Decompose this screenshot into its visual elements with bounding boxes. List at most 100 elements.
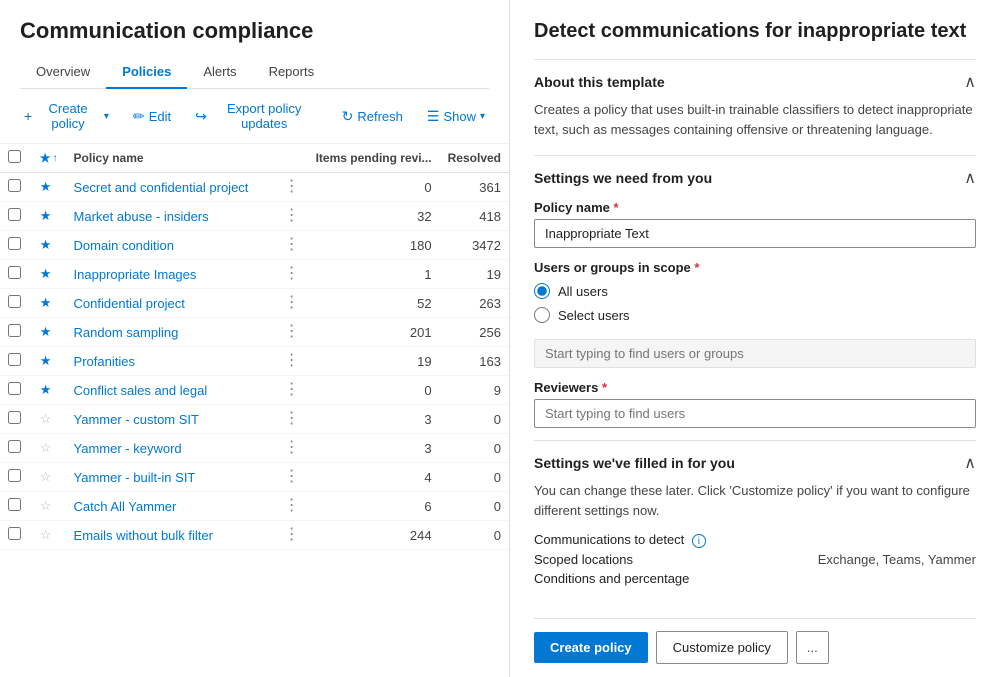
row-more-btn[interactable]: ⋮: [284, 468, 300, 485]
dots-cell: ⋮: [276, 521, 308, 550]
star-icon[interactable]: ☆: [40, 440, 52, 455]
tab-overview[interactable]: Overview: [20, 56, 106, 89]
row-more-btn[interactable]: ⋮: [284, 207, 300, 224]
resolved-cell: 0: [440, 492, 509, 521]
star-icon[interactable]: ☆: [40, 498, 52, 513]
policy-name-text[interactable]: Emails without bulk filter: [74, 528, 213, 543]
star-icon[interactable]: ★: [40, 324, 52, 339]
row-checkbox[interactable]: [8, 498, 21, 511]
radio-select-users[interactable]: Select users: [534, 307, 976, 323]
star-sort[interactable]: ★ ↑: [40, 151, 58, 165]
row-checkbox[interactable]: [8, 237, 21, 250]
nav-tabs: Overview Policies Alerts Reports: [20, 56, 489, 89]
row-star-cell: ★: [32, 260, 66, 289]
policy-name-text[interactable]: Yammer - built-in SIT: [74, 470, 196, 485]
radio-select-users-input[interactable]: [534, 307, 550, 323]
star-icon[interactable]: ★: [40, 353, 52, 368]
users-search-input[interactable]: [534, 339, 976, 368]
row-checkbox[interactable]: [8, 527, 21, 540]
row-checkbox-cell: [0, 492, 32, 521]
customize-policy-btn[interactable]: Customize policy: [656, 631, 788, 664]
row-checkbox-cell: [0, 347, 32, 376]
row-more-btn[interactable]: ⋮: [284, 265, 300, 282]
row-checkbox[interactable]: [8, 382, 21, 395]
policy-name-input[interactable]: [534, 219, 976, 248]
policy-name-text[interactable]: Yammer - custom SIT: [74, 412, 199, 427]
row-checkbox[interactable]: [8, 266, 21, 279]
row-checkbox[interactable]: [8, 295, 21, 308]
select-all-checkbox[interactable]: [8, 150, 21, 163]
policy-name-text[interactable]: Secret and confidential project: [74, 180, 249, 195]
row-checkbox[interactable]: [8, 353, 21, 366]
row-more-btn[interactable]: ⋮: [284, 381, 300, 398]
row-more-btn[interactable]: ⋮: [284, 526, 300, 543]
row-star-cell: ★: [32, 318, 66, 347]
policy-name-text[interactable]: Inappropriate Images: [74, 267, 197, 282]
items-pending-cell: 52: [308, 289, 440, 318]
show-button[interactable]: ☰ Show ▾: [423, 106, 489, 127]
row-more-btn[interactable]: ⋮: [284, 178, 300, 195]
star-icon[interactable]: ★: [40, 382, 52, 397]
filled-section-header[interactable]: Settings we've filled in for you ∧: [534, 453, 976, 473]
star-icon[interactable]: ☆: [40, 469, 52, 484]
row-more-btn[interactable]: ⋮: [284, 497, 300, 514]
row-more-btn[interactable]: ⋮: [284, 294, 300, 311]
create-policy-btn[interactable]: Create policy: [534, 632, 648, 663]
policy-name-text[interactable]: Market abuse - insiders: [74, 209, 209, 224]
star-icon[interactable]: ★: [40, 179, 52, 194]
star-icon[interactable]: ☆: [40, 411, 52, 426]
export-button[interactable]: ↪ Export policy updates: [191, 99, 322, 133]
policy-name-label: Policy name *: [534, 200, 976, 215]
star-icon[interactable]: ★: [40, 237, 52, 252]
row-more-btn[interactable]: ⋮: [284, 410, 300, 427]
tab-policies[interactable]: Policies: [106, 56, 187, 89]
table-row: ☆ Yammer - built-in SIT ⋮ 4 0: [0, 463, 509, 492]
items-pending-cell: 0: [308, 376, 440, 405]
star-icon[interactable]: ★: [40, 266, 52, 281]
policy-name-cell: Profanities: [66, 347, 276, 376]
row-more-btn[interactable]: ⋮: [284, 352, 300, 369]
row-star-cell: ☆: [32, 492, 66, 521]
tab-reports[interactable]: Reports: [253, 56, 331, 89]
row-checkbox[interactable]: [8, 324, 21, 337]
policy-name-text[interactable]: Random sampling: [74, 325, 179, 340]
row-checkbox[interactable]: [8, 469, 21, 482]
policy-name-cell: Yammer - keyword: [66, 434, 276, 463]
star-icon[interactable]: ★: [40, 208, 52, 223]
row-more-btn[interactable]: ⋮: [284, 236, 300, 253]
users-scope-label: Users or groups in scope *: [534, 260, 976, 275]
row-star-cell: ★: [32, 202, 66, 231]
about-heading: About this template: [534, 74, 665, 90]
items-pending-cell: 32: [308, 202, 440, 231]
row-checkbox[interactable]: [8, 208, 21, 221]
row-checkbox-cell: [0, 260, 32, 289]
tab-alerts[interactable]: Alerts: [187, 56, 252, 89]
settings-section-header[interactable]: Settings we need from you ∧: [534, 168, 976, 188]
create-policy-button[interactable]: + Create policy ▾: [20, 99, 113, 133]
radio-all-users[interactable]: All users: [534, 283, 976, 299]
info-icon[interactable]: i: [692, 534, 706, 548]
policy-name-text[interactable]: Yammer - keyword: [74, 441, 182, 456]
reviewers-input[interactable]: [534, 399, 976, 428]
policy-name-text[interactable]: Domain condition: [74, 238, 174, 253]
refresh-button[interactable]: ↻ Refresh: [338, 106, 407, 127]
policy-name-text[interactable]: Confidential project: [74, 296, 185, 311]
star-icon[interactable]: ☆: [40, 527, 52, 542]
policy-name-text[interactable]: Conflict sales and legal: [74, 383, 208, 398]
items-pending-cell: 180: [308, 231, 440, 260]
policy-name-text[interactable]: Catch All Yammer: [74, 499, 177, 514]
row-checkbox[interactable]: [8, 440, 21, 453]
about-section: About this template ∧ Creates a policy t…: [534, 59, 976, 155]
about-section-header[interactable]: About this template ∧: [534, 72, 976, 92]
row-more-btn[interactable]: ⋮: [284, 439, 300, 456]
radio-all-users-input[interactable]: [534, 283, 550, 299]
row-checkbox-cell: [0, 405, 32, 434]
more-options-btn[interactable]: ...: [796, 631, 829, 664]
policy-name-text[interactable]: Profanities: [74, 354, 135, 369]
row-checkbox[interactable]: [8, 179, 21, 192]
star-icon[interactable]: ★: [40, 295, 52, 310]
edit-button[interactable]: ✏ Edit: [129, 106, 175, 127]
filled-section: Settings we've filled in for you ∧ You c…: [534, 440, 976, 602]
row-checkbox[interactable]: [8, 411, 21, 424]
row-more-btn[interactable]: ⋮: [284, 323, 300, 340]
